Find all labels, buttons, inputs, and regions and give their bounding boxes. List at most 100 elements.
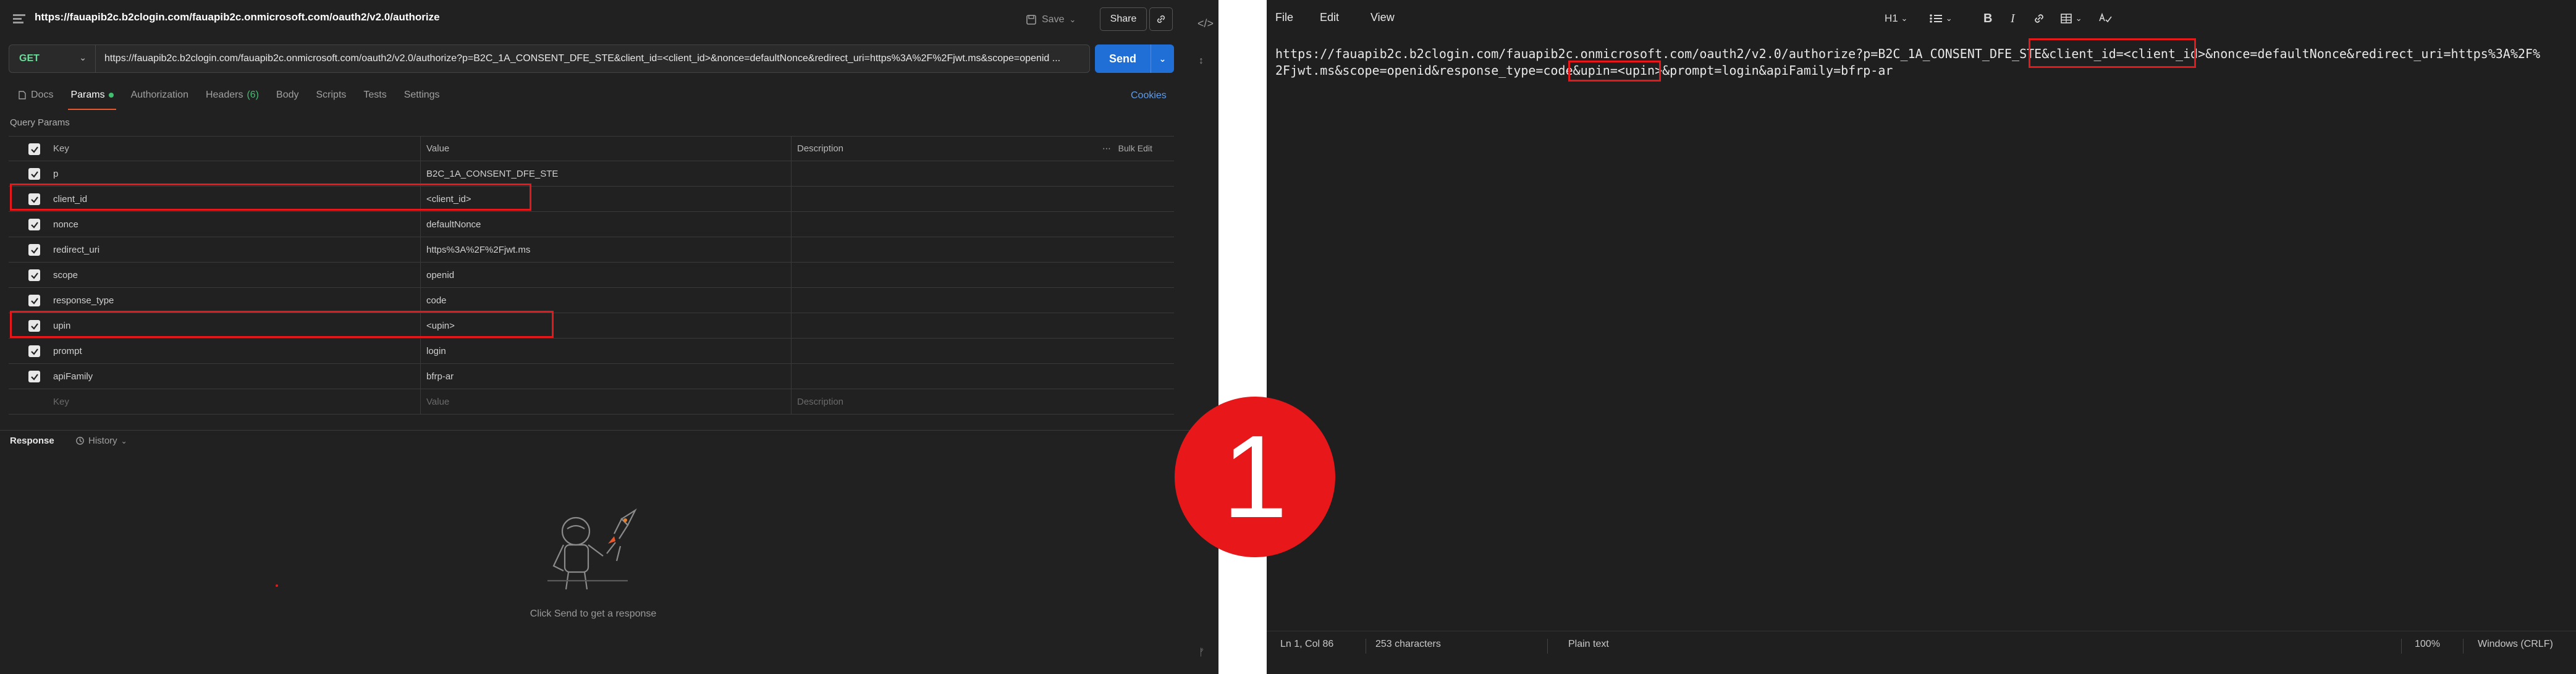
heading-select-label: H1 (1885, 12, 1898, 24)
row-checkbox[interactable] (28, 295, 40, 306)
stray-dot (276, 584, 278, 587)
editor-text: &nonce=defaultNonce&redirect_uri=https%3… (2205, 46, 2540, 61)
param-value[interactable]: bfrp-ar (426, 371, 454, 382)
bold-button[interactable]: B (1983, 9, 1992, 28)
headers-count: (6) (247, 90, 260, 100)
chevron-down-icon[interactable]: ⌄ (1069, 15, 1076, 25)
request-tabs: Docs Params Authorization Headers (6) Bo… (9, 84, 449, 110)
chevron-down-icon: ⌄ (2075, 14, 2082, 23)
row-checkbox[interactable] (28, 244, 40, 256)
param-key[interactable]: p (53, 169, 58, 179)
chevron-down-icon: ⌄ (1901, 14, 1908, 23)
link-button[interactable] (2033, 9, 2045, 28)
param-key[interactable]: response_type (53, 295, 114, 306)
table-button[interactable]: ⌄ (2060, 9, 2082, 28)
history-icon (76, 437, 84, 445)
tab-settings[interactable]: Settings (395, 84, 449, 106)
tab-headers-label: Headers (205, 90, 243, 100)
chevron-down-icon[interactable]: ⌄ (1151, 44, 1174, 73)
tab-settings-label: Settings (403, 90, 440, 100)
param-value[interactable]: login (426, 346, 446, 356)
tab-docs[interactable]: Docs (9, 84, 62, 106)
tab-scripts[interactable]: Scripts (307, 84, 355, 106)
row-checkbox[interactable] (28, 371, 40, 382)
copy-link-button[interactable] (1149, 7, 1173, 31)
list-button[interactable]: ⌄ (1929, 9, 1953, 28)
spellcheck-button[interactable] (2098, 9, 2112, 28)
new-param-row[interactable]: Key Value Description (9, 389, 1174, 415)
translate-icon[interactable]: ᚠ (1199, 647, 1205, 659)
menu-view[interactable]: View (1370, 11, 1395, 24)
col-description-header: Description (797, 143, 844, 154)
param-key[interactable]: apiFamily (53, 371, 93, 382)
new-description-input[interactable]: Description (797, 397, 843, 407)
param-key[interactable]: redirect_uri (53, 245, 99, 255)
share-button[interactable]: Share (1100, 7, 1147, 31)
table-row[interactable]: redirect_uri https%3A%2F%2Fjwt.ms (9, 237, 1174, 263)
table-row[interactable]: prompt login (9, 339, 1174, 364)
param-value[interactable]: openid (426, 270, 454, 280)
send-button[interactable]: Send ⌄ (1095, 44, 1174, 73)
chevron-down-icon: ⌄ (120, 436, 127, 445)
method-label: GET (19, 53, 40, 64)
row-checkbox[interactable] (28, 168, 40, 180)
table-row[interactable]: apiFamily bfrp-ar (9, 364, 1174, 389)
text-editor[interactable]: https://fauapib2c.b2clogin.com/fauapib2c… (1275, 46, 2567, 79)
tab-params[interactable]: Params (62, 84, 122, 110)
highlight-upin-text (1568, 61, 1661, 82)
select-all-checkbox[interactable] (28, 143, 40, 155)
param-key[interactable]: scope (53, 270, 78, 280)
param-value[interactable]: B2C_1A_CONSENT_DFE_STE (426, 169, 558, 179)
col-key-header: Key (53, 143, 69, 154)
tab-headers[interactable]: Headers (6) (197, 84, 268, 106)
param-value[interactable]: https%3A%2F%2Fjwt.ms (426, 245, 530, 255)
table-header-row: Key Value Description ⋯ Bulk Edit (9, 136, 1174, 162)
new-key-input[interactable]: Key (53, 397, 69, 407)
tab-tests[interactable]: Tests (355, 84, 395, 106)
row-checkbox[interactable] (28, 269, 40, 281)
bulk-edit-button[interactable]: ⋯ Bulk Edit (1102, 143, 1152, 154)
params-table: Key Value Description ⋯ Bulk Edit p B2C_… (9, 136, 1174, 415)
menu-edit[interactable]: Edit (1320, 11, 1339, 24)
table-row[interactable]: nonce defaultNonce (9, 212, 1174, 237)
table-row[interactable]: p B2C_1A_CONSENT_DFE_STE (9, 161, 1174, 187)
spellcheck-icon (2099, 12, 2112, 23)
request-title: https://fauapib2c.b2clogin.com/fauapib2c… (35, 11, 440, 23)
param-value[interactable]: code (426, 295, 447, 306)
request-titlebar: https://fauapib2c.b2clogin.com/fauapib2c… (0, 0, 1218, 38)
menu-file[interactable]: File (1275, 11, 1293, 24)
row-checkbox[interactable] (28, 345, 40, 357)
character-count: 253 characters (1375, 639, 1441, 649)
tab-body[interactable]: Body (268, 84, 307, 106)
url-input[interactable]: https://fauapib2c.b2clogin.com/fauapib2c… (96, 45, 1089, 72)
code-icon[interactable]: </> (1197, 17, 1214, 30)
http-request-icon (13, 14, 25, 23)
link-icon (2035, 14, 2043, 23)
table-row[interactable]: response_type code (9, 288, 1174, 313)
table-row[interactable]: scope openid (9, 263, 1174, 288)
row-checkbox[interactable] (28, 219, 40, 230)
param-key[interactable]: prompt (53, 346, 82, 356)
param-key[interactable]: nonce (53, 219, 78, 230)
cookies-link[interactable]: Cookies (1131, 90, 1167, 101)
tab-tests-label: Tests (363, 90, 387, 100)
italic-button[interactable]: I (2011, 9, 2015, 28)
heading-select[interactable]: H1 ⌄ (1885, 9, 1907, 28)
response-bar: Response History ⌄ (0, 430, 1218, 455)
history-button[interactable]: History ⌄ (75, 436, 127, 446)
highlight-client-id-text (2029, 38, 2196, 68)
tab-docs-label: Docs (31, 90, 54, 100)
cursor-position: Ln 1, Col 86 (1280, 639, 1334, 649)
expand-icon[interactable]: ↕ (1199, 56, 1204, 67)
table-icon (2061, 14, 2072, 23)
new-value-input[interactable]: Value (426, 397, 449, 407)
param-value[interactable]: defaultNonce (426, 219, 481, 230)
highlight-client-id-row (10, 183, 531, 211)
method-select[interactable]: GET ⌄ (9, 45, 96, 72)
empty-response-message: Click Send to get a response (530, 609, 657, 619)
save-button[interactable]: Save ⌄ (1026, 9, 1076, 31)
params-active-dot (108, 93, 114, 98)
api-client-panel: https://fauapib2c.b2clogin.com/fauapib2c… (0, 0, 1218, 674)
tab-authorization[interactable]: Authorization (122, 84, 197, 106)
tab-authorization-label: Authorization (130, 90, 188, 100)
